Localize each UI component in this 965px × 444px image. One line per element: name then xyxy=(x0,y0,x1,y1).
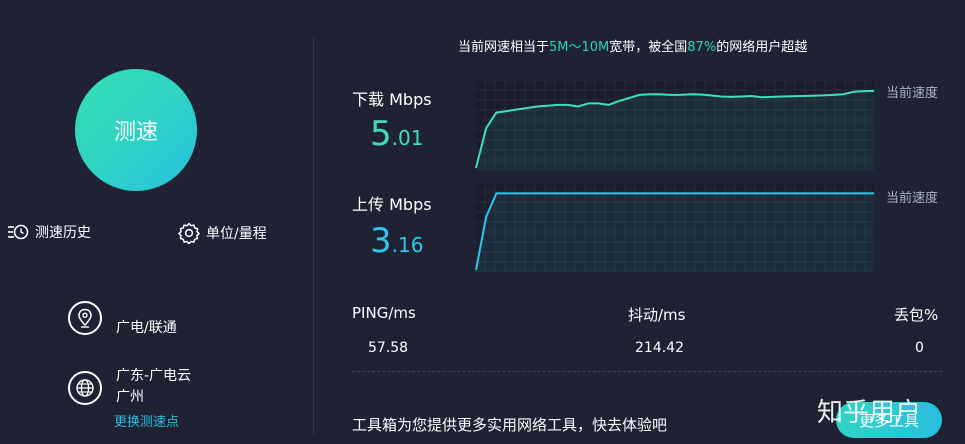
upload-speed-chart xyxy=(475,182,875,272)
speedtest-history-button[interactable]: 测速历史 xyxy=(7,222,91,242)
download-label: 下载 Mbps xyxy=(352,86,432,110)
download-value-dec: .01 xyxy=(391,126,424,150)
jitter-label: 抖动/ms xyxy=(628,306,686,324)
unit-range-button[interactable]: 单位/量程 xyxy=(178,222,267,244)
stats-divider xyxy=(352,371,942,372)
upload-label: 上传 Mbps xyxy=(352,191,432,215)
change-node-link[interactable]: 更换测速点 xyxy=(114,411,179,430)
ping-label: PING/ms xyxy=(352,304,416,322)
download-current-speed-label: 当前速度 xyxy=(886,86,939,101)
panel-divider xyxy=(313,36,314,436)
start-speedtest-label: 测速 xyxy=(113,120,158,145)
more-tools-label: 更多工具 xyxy=(858,411,919,430)
more-tools-button[interactable]: 更多工具 xyxy=(836,402,942,438)
download-unit: Mbps xyxy=(389,90,432,109)
download-value-int: 5 xyxy=(370,114,392,154)
upload-unit: Mbps xyxy=(389,195,432,214)
unit-range-label: 单位/量程 xyxy=(206,226,267,242)
toolbox-promo-text: 工具箱为您提供更多实用网络工具，快去体验吧 xyxy=(352,416,668,434)
test-node-name: 广东-广电云 xyxy=(116,368,192,384)
upload-value-int: 3 xyxy=(370,221,392,261)
carrier-label: 广电/联通 xyxy=(116,320,177,336)
history-icon xyxy=(7,222,29,242)
upload-value-dec: .16 xyxy=(391,233,424,257)
upload-area xyxy=(476,193,874,272)
speedtest-history-label: 测速历史 xyxy=(35,225,91,241)
summary-percent: 87% xyxy=(687,40,717,55)
download-value: 5.01 xyxy=(370,117,423,151)
upload-value: 3.16 xyxy=(370,224,423,258)
packet-loss-value: 0 xyxy=(915,340,924,356)
location-pin-icon xyxy=(68,301,102,335)
start-speedtest-button[interactable]: 测速 xyxy=(75,69,197,191)
summary-mid: 宽带，被全国 xyxy=(609,40,688,55)
download-speed-chart xyxy=(475,80,875,170)
ping-value: 57.58 xyxy=(368,340,409,356)
packet-loss-label: 丢包% xyxy=(894,306,939,324)
summary-suffix: 的网络用户超越 xyxy=(716,40,808,55)
jitter-value: 214.42 xyxy=(635,340,684,356)
download-title: 下载 xyxy=(352,90,385,109)
upload-title: 上传 xyxy=(352,195,385,214)
summary-prefix: 当前网速相当于 xyxy=(458,40,550,55)
test-node-city: 广州 xyxy=(116,389,144,405)
upload-current-speed-label: 当前速度 xyxy=(886,191,939,206)
globe-icon xyxy=(68,371,102,405)
gear-icon xyxy=(178,222,200,244)
speed-summary: 当前网速相当于5M～10M宽带，被全国87%的网络用户超越 xyxy=(458,36,807,55)
summary-range: 5M～10M xyxy=(549,40,610,55)
